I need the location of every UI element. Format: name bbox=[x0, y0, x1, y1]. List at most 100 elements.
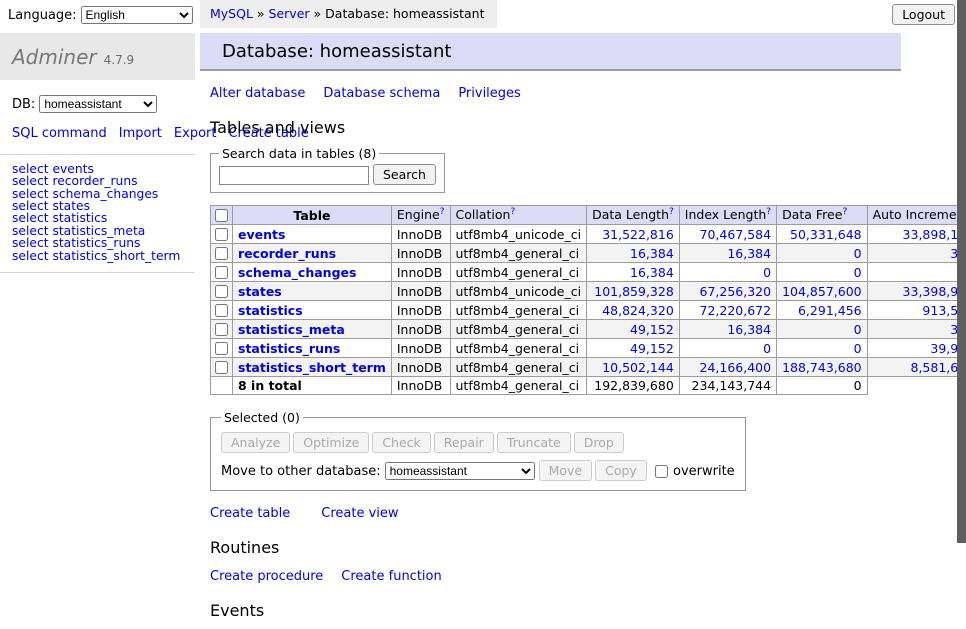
sidebar-select-statistics[interactable]: select statistics bbox=[12, 212, 183, 224]
drop-button[interactable]: Drop bbox=[574, 432, 624, 453]
check-button[interactable]: Check bbox=[372, 432, 430, 453]
move-button[interactable]: Move bbox=[539, 460, 593, 481]
language-label: Language: bbox=[8, 8, 77, 23]
breadcrumb-mysql-link[interactable]: MySQL bbox=[210, 6, 253, 21]
language-select[interactable]: English bbox=[81, 6, 193, 24]
index-length-link[interactable]: 0 bbox=[763, 341, 771, 356]
index-length-link[interactable]: 70,467,584 bbox=[700, 227, 772, 242]
optimize-button[interactable]: Optimize bbox=[293, 432, 369, 453]
sidebar-select-statistics-runs[interactable]: select statistics_runs bbox=[12, 237, 183, 249]
engine-cell: InnoDB bbox=[391, 358, 450, 377]
sidebar-action-import[interactable]: Import bbox=[119, 126, 162, 141]
data-length-link[interactable]: 49,152 bbox=[630, 322, 674, 337]
language-chooser: Language: English bbox=[8, 6, 193, 24]
sidebar-select-statistics-short-term[interactable]: select statistics_short_term bbox=[12, 250, 183, 262]
link-create-procedure[interactable]: Create procedure bbox=[210, 569, 323, 584]
table-link-statistics_runs[interactable]: statistics_runs bbox=[238, 341, 340, 356]
menu-link-alter-database[interactable]: Alter database bbox=[210, 86, 305, 101]
data-free-link[interactable]: 0 bbox=[854, 265, 862, 280]
vertical-scrollbar[interactable] bbox=[957, 0, 966, 543]
breadcrumb-current: Database: homeassistant bbox=[325, 6, 484, 21]
index-length-link[interactable]: 72,220,672 bbox=[700, 303, 772, 318]
help-icon[interactable]: ? bbox=[669, 207, 674, 217]
data-length-link[interactable]: 48,824,320 bbox=[602, 303, 674, 318]
data-free-link[interactable]: 0 bbox=[854, 322, 862, 337]
engine-cell: InnoDB bbox=[391, 263, 450, 282]
sidebar-action-sql-command[interactable]: SQL command bbox=[12, 126, 107, 141]
row-checkbox-states[interactable] bbox=[215, 285, 228, 298]
copy-button[interactable]: Copy bbox=[595, 460, 647, 481]
sidebar-table-links: select eventsselect recorder_runsselect … bbox=[0, 155, 195, 273]
table-link-schema_changes[interactable]: schema_changes bbox=[238, 265, 356, 280]
overwrite-checkbox[interactable] bbox=[655, 465, 668, 478]
breadcrumb-server-link[interactable]: Server bbox=[269, 6, 310, 21]
app-version[interactable]: 4.7.9 bbox=[104, 53, 135, 67]
repair-button[interactable]: Repair bbox=[434, 432, 494, 453]
row-checkbox-statistics_runs[interactable] bbox=[215, 342, 228, 355]
menu-link-privileges[interactable]: Privileges bbox=[458, 86, 521, 101]
breadcrumb-separator: » bbox=[257, 6, 265, 21]
table-header-row: TableEngine?Collation?Data Length?Index … bbox=[211, 206, 966, 225]
collation-cell: utf8mb4_general_ci bbox=[450, 244, 587, 263]
table-row-recorder_runs: recorder_runsInnoDButf8mb4_general_ci16,… bbox=[211, 244, 966, 263]
move-label: Move to other database: bbox=[221, 464, 381, 479]
data-length-link[interactable]: 10,502,144 bbox=[602, 360, 674, 375]
table-link-statistics[interactable]: statistics bbox=[238, 303, 303, 318]
data-free-link[interactable]: 0 bbox=[854, 341, 862, 356]
index-length-link[interactable]: 16,384 bbox=[727, 322, 771, 337]
data-free-link[interactable]: 50,331,648 bbox=[790, 227, 862, 242]
data-free-link[interactable]: 188,743,680 bbox=[782, 360, 862, 375]
data-free-link[interactable]: 104,857,600 bbox=[782, 284, 862, 299]
logout-button[interactable]: Logout bbox=[892, 4, 955, 25]
row-checkbox-events[interactable] bbox=[215, 228, 228, 241]
select-all-checkbox[interactable] bbox=[215, 209, 228, 222]
help-icon[interactable]: ? bbox=[510, 207, 515, 217]
table-link-events[interactable]: events bbox=[238, 227, 285, 242]
search-fieldset: Search data in tables (8) Search bbox=[210, 146, 445, 193]
table-link-statistics_short_term[interactable]: statistics_short_term bbox=[238, 360, 386, 375]
db-select[interactable]: homeassistant bbox=[39, 95, 157, 113]
move-db-select[interactable]: homeassistant bbox=[385, 462, 535, 480]
index-length-link[interactable]: 0 bbox=[763, 265, 771, 280]
link-create-table[interactable]: Create table bbox=[210, 506, 290, 521]
help-icon[interactable]: ? bbox=[766, 207, 771, 217]
truncate-button[interactable]: Truncate bbox=[497, 432, 571, 453]
index-length-link[interactable]: 24,166,400 bbox=[700, 360, 772, 375]
row-checkbox-statistics_meta[interactable] bbox=[215, 323, 228, 336]
menu-link-database-schema[interactable]: Database schema bbox=[323, 86, 440, 101]
help-icon[interactable]: ? bbox=[440, 207, 445, 217]
data-length-link[interactable]: 49,152 bbox=[630, 341, 674, 356]
search-button[interactable]: Search bbox=[373, 164, 436, 185]
help-icon[interactable]: ? bbox=[842, 207, 847, 217]
tables-section-title: Tables and views bbox=[210, 118, 900, 137]
table-link-statistics_meta[interactable]: statistics_meta bbox=[238, 322, 345, 337]
collation-cell: utf8mb4_general_ci bbox=[450, 339, 587, 358]
link-create-view[interactable]: Create view bbox=[321, 506, 398, 521]
row-checkbox-statistics[interactable] bbox=[215, 304, 228, 317]
search-legend: Search data in tables (8) bbox=[219, 146, 379, 161]
table-row-states: statesInnoDButf8mb4_unicode_ci101,859,32… bbox=[211, 282, 966, 301]
engine-cell: InnoDB bbox=[391, 225, 450, 244]
link-create-function[interactable]: Create function bbox=[341, 569, 441, 584]
index-length-link[interactable]: 16,384 bbox=[727, 246, 771, 261]
analyze-button[interactable]: Analyze bbox=[221, 432, 290, 453]
data-length-link[interactable]: 101,859,328 bbox=[594, 284, 674, 299]
table-link-states[interactable]: states bbox=[238, 284, 282, 299]
data-free-link[interactable]: 0 bbox=[854, 246, 862, 261]
table-link-recorder_runs[interactable]: recorder_runs bbox=[238, 246, 336, 261]
sidebar-select-recorder-runs[interactable]: select recorder_runs bbox=[12, 175, 183, 187]
row-checkbox-statistics_short_term[interactable] bbox=[215, 361, 228, 374]
data-length-link[interactable]: 31,522,816 bbox=[602, 227, 674, 242]
row-checkbox-schema_changes[interactable] bbox=[215, 266, 228, 279]
overwrite-label: overwrite bbox=[673, 464, 735, 479]
engine-cell: InnoDB bbox=[391, 320, 450, 339]
row-checkbox-recorder_runs[interactable] bbox=[215, 247, 228, 260]
create-links: Create table Create view bbox=[210, 506, 900, 521]
index-length-link[interactable]: 67,256,320 bbox=[700, 284, 772, 299]
data-free-link[interactable]: 6,291,456 bbox=[798, 303, 862, 318]
scrollbar-thumb[interactable] bbox=[957, 0, 966, 543]
data-length-link[interactable]: 16,384 bbox=[630, 265, 674, 280]
search-input[interactable] bbox=[219, 166, 369, 185]
table-row-statistics_runs: statistics_runsInnoDButf8mb4_general_ci4… bbox=[211, 339, 966, 358]
data-length-link[interactable]: 16,384 bbox=[630, 246, 674, 261]
